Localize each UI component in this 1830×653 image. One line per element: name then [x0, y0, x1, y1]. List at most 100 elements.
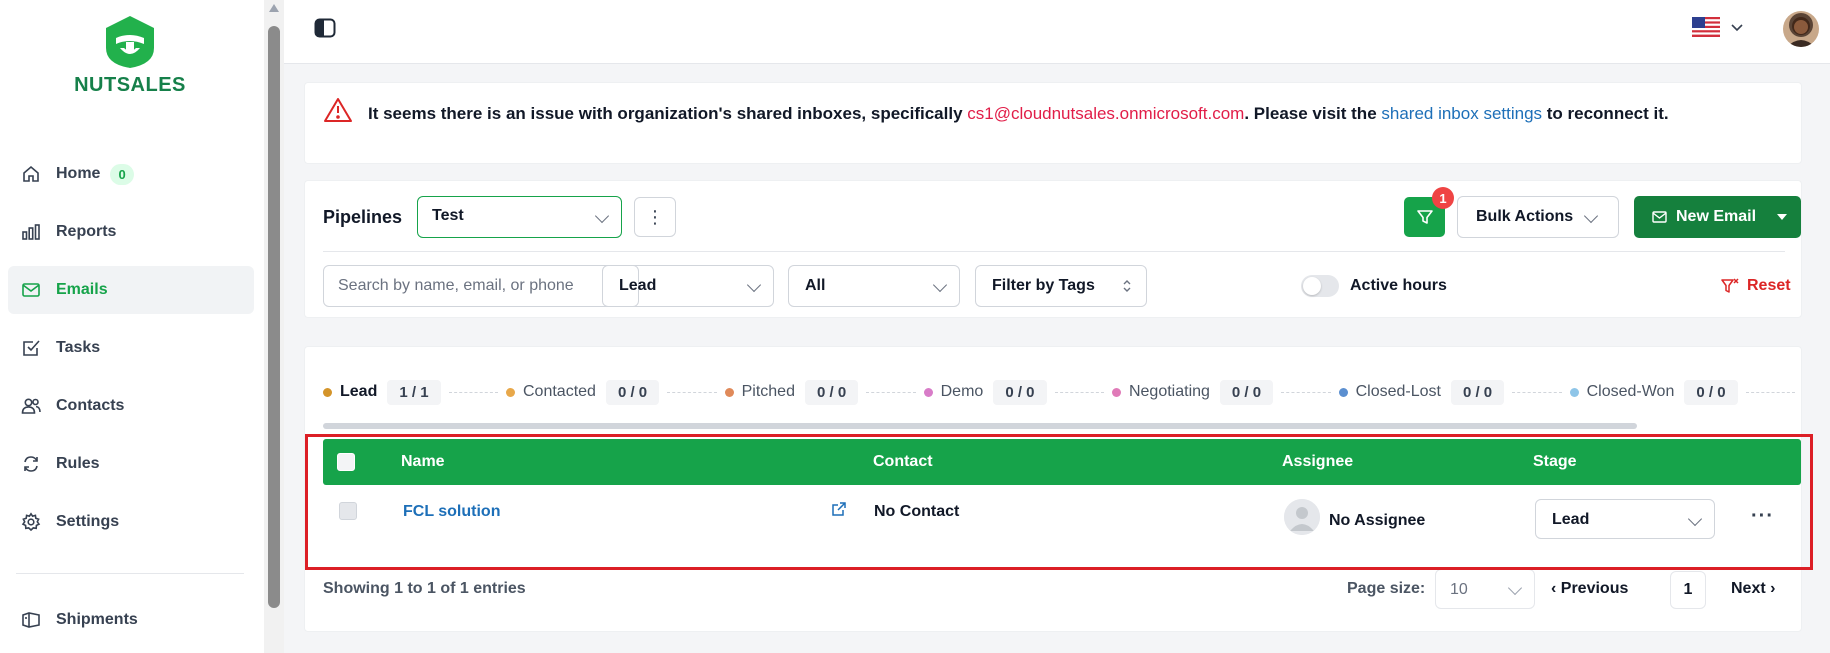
reset-label: Reset [1747, 277, 1791, 294]
search-input[interactable] [323, 265, 639, 307]
stage-name: Demo [940, 383, 984, 400]
stage-count: 0 / 0 [1219, 379, 1274, 405]
stage-name: Pitched [741, 383, 795, 400]
sidebar-item-label: Shipments [56, 611, 138, 628]
stage-dot [1111, 387, 1121, 397]
stage-pipeline: Lead 1 / 1 Contacted 0 / 0 Pitched 0 / 0… [323, 379, 1803, 405]
active-hours-toggle[interactable] [1301, 275, 1339, 297]
alert-text-part: It seems there is an issue with organiza… [368, 104, 968, 123]
sidebar-divider [16, 573, 244, 574]
chevron-down-icon[interactable] [1730, 20, 1744, 37]
stage-separator [448, 391, 498, 393]
stage-count: 0 / 0 [993, 379, 1047, 405]
status-filter-value: All [805, 277, 826, 294]
app-name: NUTSALES [74, 74, 186, 96]
sidebar-scrollbar[interactable] [264, 0, 284, 653]
next-label: Next [1731, 580, 1766, 597]
scrollbar-thumb[interactable] [268, 26, 280, 608]
page-number-current[interactable]: 1 [1670, 571, 1706, 609]
stage-name: Closed-Won [1586, 383, 1675, 400]
us-flag-icon[interactable] [1692, 17, 1720, 37]
mail-icon [20, 279, 42, 301]
sidebar-bottom-nav: Shipments [8, 596, 254, 653]
nutsales-logo-icon [106, 16, 154, 68]
sidebar-item-reports[interactable]: Reports [8, 208, 254, 256]
user-avatar[interactable] [1783, 11, 1819, 47]
tags-filter-value: Filter by Tags [992, 277, 1095, 294]
pipeline-select[interactable]: Test [417, 196, 622, 238]
pipeline-more-button[interactable]: ⋮ [634, 197, 676, 237]
stage-tab-lead[interactable]: Lead 1 / 1 [323, 379, 441, 405]
sidebar-item-contacts[interactable]: Contacts [8, 382, 254, 430]
sidebar-item-label: Tasks [56, 339, 101, 356]
filter-icon [1416, 210, 1433, 224]
chevron-right-icon: › [1765, 580, 1776, 597]
stage-name: Closed-Lost [1355, 383, 1441, 400]
stage-separator [1281, 391, 1331, 393]
previous-page-button[interactable]: ‹ Previous [1551, 580, 1628, 598]
stage-dot [1338, 387, 1348, 397]
sidebar-nav: Home 0 Reports Emails Tasks Contacts Rul… [8, 150, 254, 556]
shared-inbox-settings-link[interactable]: shared inbox settings [1381, 104, 1542, 123]
sidebar-item-emails[interactable]: Emails [8, 266, 254, 314]
stage-dot [1569, 387, 1579, 397]
stage-dot [923, 387, 933, 397]
users-icon [20, 395, 42, 417]
stage-count: 1 / 1 [387, 379, 441, 405]
chevron-down-icon [932, 277, 948, 293]
bulk-actions-button[interactable]: Bulk Actions [1457, 196, 1619, 238]
caret-down-icon[interactable] [1777, 214, 1787, 220]
app-logo[interactable]: NUTSALES [70, 14, 190, 97]
stage-separator [866, 391, 916, 393]
sidebar-item-label: Reports [56, 223, 117, 240]
box-icon [20, 609, 42, 631]
stage-count: 0 / 0 [605, 379, 660, 405]
chevron-down-icon [1583, 208, 1599, 224]
stage-count: 0 / 0 [804, 379, 859, 405]
next-page-button[interactable]: Next › [1731, 580, 1775, 598]
stage-count: 0 / 0 [1684, 379, 1738, 405]
sidebar-item-rules[interactable]: Rules [8, 440, 254, 488]
alert-text-part: to reconnect it. [1542, 104, 1669, 123]
sidebar-toggle-icon[interactable] [314, 18, 336, 38]
stage-tab-demo[interactable]: Demo 0 / 0 [923, 379, 1047, 405]
stage-dot [724, 387, 734, 397]
reset-filters-button[interactable]: Reset [1721, 277, 1791, 295]
stage-tab-closed-lost[interactable]: Closed-Lost 0 / 0 [1338, 379, 1505, 405]
stage-dot [323, 387, 332, 397]
stage-tab-negotiating[interactable]: Negotiating 0 / 0 [1111, 379, 1274, 405]
home-icon [20, 163, 42, 185]
new-email-button[interactable]: New Email [1634, 196, 1801, 238]
sidebar-item-label: Emails [56, 281, 108, 298]
toolbar-divider [323, 251, 1785, 252]
stage-separator [1054, 391, 1104, 393]
compose-mail-icon [1652, 211, 1667, 223]
sidebar-item-label: Home [56, 165, 101, 182]
filter-reset-icon [1721, 278, 1739, 293]
pipeline-toolbar: Pipelines Test ⋮ 1 Bulk Actions New Emai… [304, 180, 1802, 318]
stages-horizontal-scrollbar[interactable] [323, 423, 1637, 429]
scroll-up-icon[interactable] [269, 4, 279, 12]
stage-count: 0 / 0 [1450, 379, 1505, 405]
top-bar [284, 0, 1830, 64]
sidebar-item-settings[interactable]: Settings [8, 498, 254, 546]
sidebar-item-home[interactable]: Home 0 [8, 150, 254, 198]
sidebar-item-label: Settings [56, 513, 120, 530]
stage-tab-contacted[interactable]: Contacted 0 / 0 [506, 379, 660, 405]
previous-label: Previous [1560, 580, 1629, 597]
check-square-icon [20, 337, 42, 359]
alert-message: It seems there is an issue with organiza… [368, 100, 1788, 127]
status-filter-select[interactable]: All [788, 265, 960, 307]
warning-icon [323, 97, 353, 127]
stage-dot [506, 387, 515, 397]
sidebar-item-tasks[interactable]: Tasks [8, 324, 254, 372]
stage-tab-pitched[interactable]: Pitched 0 / 0 [724, 379, 859, 405]
alert-email: cs1@cloudnutsales.onmicrosoft.com [967, 104, 1245, 123]
sidebar-item-label: Rules [56, 455, 100, 472]
sidebar-item-shipments[interactable]: Shipments [8, 596, 254, 644]
page-size-select[interactable]: 10 [1435, 569, 1535, 609]
stage-tab-closed-won[interactable]: Closed-Won 0 / 0 [1569, 379, 1738, 405]
stage-name: Negotiating [1128, 383, 1210, 400]
stage-filter-select[interactable]: Lead [602, 265, 774, 307]
tags-filter-select[interactable]: Filter by Tags [975, 265, 1147, 307]
